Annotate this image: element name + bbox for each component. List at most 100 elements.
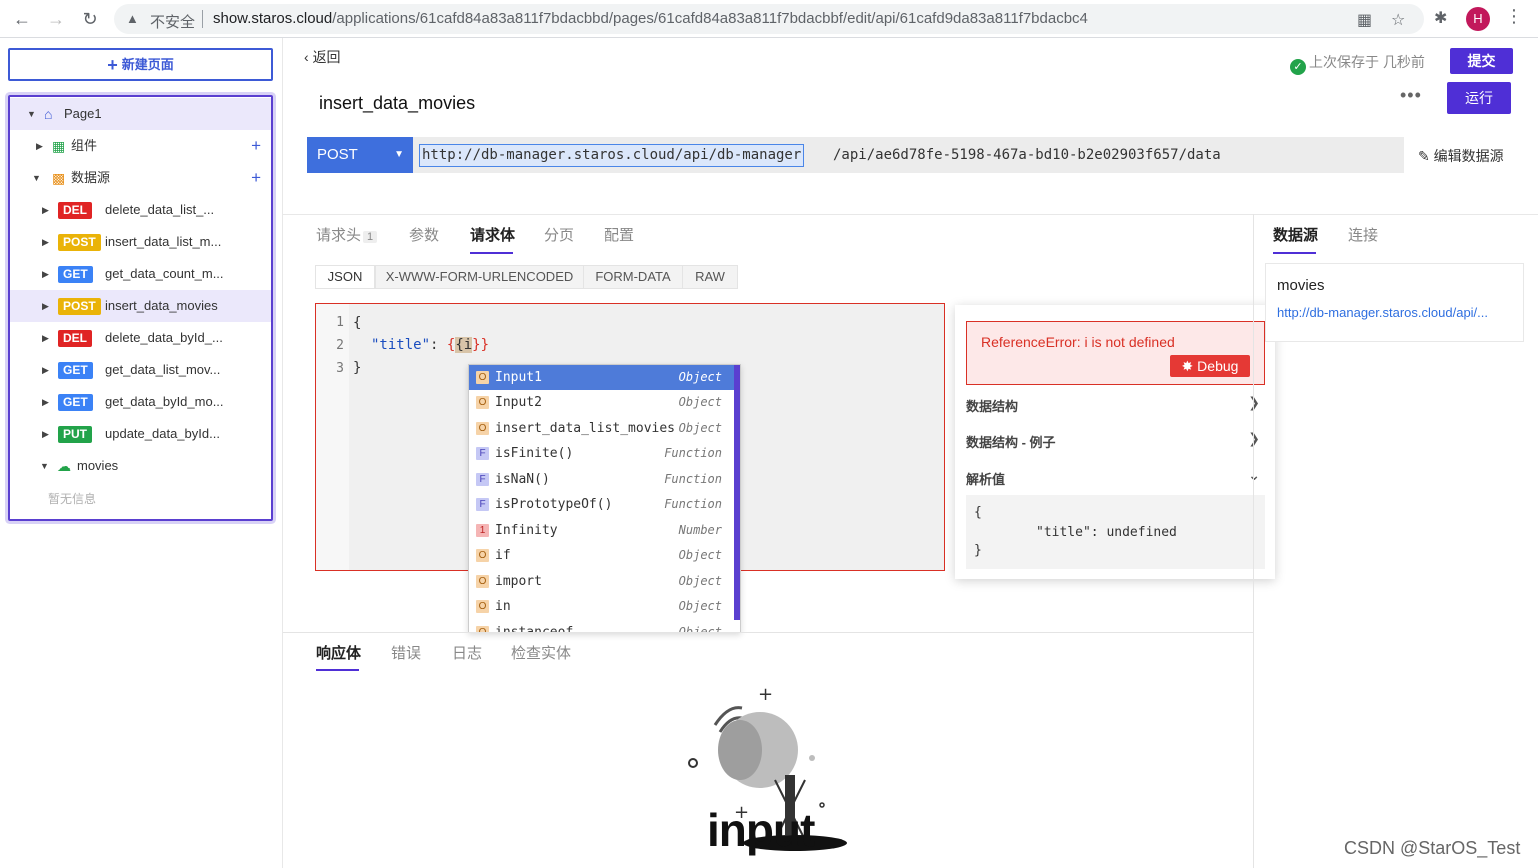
- format-form-data[interactable]: FORM-DATA: [583, 265, 683, 289]
- right-panel-divider: [1253, 214, 1254, 868]
- url-bar: POST ▼ http://db-manager.staros.cloud/api…: [307, 137, 1404, 173]
- method-badge: DEL: [58, 330, 92, 347]
- tab-logs[interactable]: 日志: [452, 642, 482, 663]
- tab-inspect-entity[interactable]: 检查实体: [511, 642, 571, 663]
- back-arrow-icon[interactable]: ←: [11, 8, 33, 30]
- format-json[interactable]: JSON: [315, 265, 375, 289]
- tab-body[interactable]: 请求体: [470, 224, 515, 245]
- tab-errors[interactable]: 错误: [391, 642, 421, 663]
- tab-settings[interactable]: 配置: [604, 224, 634, 245]
- api-item[interactable]: ▶ GET get_data_count_m...: [10, 258, 271, 290]
- cloud-db-icon: ☁: [57, 458, 71, 474]
- caret-right-icon[interactable]: ▶: [42, 290, 49, 322]
- caret-down-icon[interactable]: ▼: [27, 98, 36, 130]
- new-page-button[interactable]: + 新建页面: [8, 48, 273, 81]
- section-data-structure[interactable]: 数据结构 ❯: [966, 394, 1265, 415]
- response-divider: [283, 632, 1253, 633]
- autocomplete-item[interactable]: Oif Object: [469, 543, 736, 568]
- debug-button[interactable]: ✸ Debug: [1170, 355, 1250, 377]
- forward-arrow-icon[interactable]: →: [45, 8, 67, 30]
- json-colon: :: [430, 337, 447, 353]
- autocomplete-item[interactable]: Oin Object: [469, 594, 736, 619]
- api-item[interactable]: ▶ DEL delete_data_byId_...: [10, 322, 271, 354]
- autocomplete-item[interactable]: Oimport Object: [469, 569, 736, 594]
- api-item[interactable]: ▶ GET get_data_byId_mo...: [10, 386, 271, 418]
- url-base[interactable]: http://db-manager.staros.cloud/api/db-ma…: [419, 144, 805, 167]
- caret-right-icon[interactable]: ▶: [42, 354, 49, 386]
- warning-icon: ▲: [126, 11, 139, 26]
- home-icon: ⌂: [44, 106, 53, 122]
- extensions-puzzle-icon[interactable]: ✱: [1434, 8, 1447, 28]
- format-raw[interactable]: RAW: [682, 265, 738, 289]
- active-tab-indicator: [470, 252, 513, 254]
- address-bar[interactable]: ▲ 不安全 show.staros.cloud/applications/61c…: [114, 4, 1424, 34]
- api-item[interactable]: ▶ PUT update_data_byId...: [10, 418, 271, 450]
- method-badge: GET: [58, 266, 93, 283]
- caret-down-icon[interactable]: ▼: [40, 450, 49, 482]
- method-badge: POST: [58, 234, 101, 251]
- api-item[interactable]: ▶ GET get_data_list_mov...: [10, 354, 271, 386]
- tab-connection[interactable]: 连接: [1348, 224, 1378, 245]
- profile-avatar[interactable]: H: [1466, 7, 1490, 31]
- autocomplete-item[interactable]: O Input2 Object: [469, 390, 736, 415]
- method-select[interactable]: POST ▼: [307, 137, 413, 173]
- caret-right-icon[interactable]: ▶: [42, 322, 49, 354]
- more-options-icon[interactable]: •••: [1400, 85, 1422, 106]
- caret-right-icon[interactable]: ▶: [42, 386, 49, 418]
- tab-pagination[interactable]: 分页: [544, 224, 574, 245]
- autocomplete-scrollbar[interactable]: [734, 365, 740, 620]
- edit-datasource-link[interactable]: ✎ 编辑数据源: [1418, 146, 1504, 166]
- tree-item-widgets[interactable]: ▶ ▦ 组件 +: [10, 130, 271, 162]
- caret-right-icon[interactable]: ▶: [36, 130, 43, 162]
- tree-item-movies-db[interactable]: ▼ ☁ movies: [10, 450, 271, 482]
- autocomplete-item[interactable]: O Input1 Object: [469, 365, 736, 390]
- url-path-input[interactable]: /api/ae6d78fe-5198-467a-bd10-b2e02903f65…: [833, 144, 1221, 167]
- add-datasource-button[interactable]: +: [251, 162, 261, 194]
- active-tab-indicator: [316, 669, 359, 671]
- method-badge: POST: [58, 298, 101, 315]
- suggestion-type: Object: [678, 548, 722, 562]
- watermark: CSDN @StarOS_Test: [1344, 838, 1521, 858]
- api-item[interactable]: ▶ POST insert_data_list_m...: [10, 226, 271, 258]
- api-item[interactable]: ▶ DEL delete_data_list_...: [10, 194, 271, 226]
- tab-datasource[interactable]: 数据源: [1273, 224, 1318, 245]
- section-data-example[interactable]: 数据结构 - 例子 ❯: [966, 430, 1265, 451]
- translate-icon[interactable]: ▦: [1357, 10, 1372, 30]
- add-widget-button[interactable]: +: [251, 130, 261, 162]
- object-type-icon: O: [476, 575, 489, 588]
- autocomplete-dropdown[interactable]: O Input1 Object O Input2 Object Oinsert_data…: [468, 364, 741, 633]
- chevron-right-icon: ❯: [1248, 430, 1260, 446]
- section-evaluated-value[interactable]: 解析值 ⌄: [966, 467, 1265, 488]
- caret-down-icon[interactable]: ▼: [32, 162, 41, 194]
- autocomplete-item[interactable]: FisFinite() Function: [469, 441, 736, 466]
- api-item-active[interactable]: ▶ POST insert_data_movies: [10, 290, 271, 322]
- reload-icon[interactable]: ↻: [79, 8, 101, 30]
- autocomplete-item[interactable]: FisPrototypeOf() Function: [469, 492, 736, 517]
- browser-menu-icon[interactable]: ⋮: [1505, 6, 1523, 27]
- caret-right-icon[interactable]: ▶: [42, 194, 49, 226]
- error-message: ReferenceError: i is not defined: [981, 334, 1175, 350]
- autocomplete-item[interactable]: 1 Infinity Number: [469, 518, 736, 543]
- suggestion-name: insert_data_list_movies: [495, 421, 676, 436]
- caret-right-icon[interactable]: ▶: [42, 226, 49, 258]
- api-title[interactable]: insert_data_movies: [319, 93, 475, 114]
- autocomplete-item[interactable]: FisNaN() Function: [469, 467, 736, 492]
- suggestion-name: import: [495, 574, 542, 589]
- run-button[interactable]: 运行: [1447, 82, 1511, 114]
- tab-params[interactable]: 参数: [409, 224, 439, 245]
- submit-button[interactable]: 提交: [1450, 48, 1513, 74]
- datasource-card[interactable]: movies http://db-manager.staros.cloud/ap…: [1265, 263, 1524, 342]
- tab-response-body[interactable]: 响应体: [316, 642, 361, 663]
- format-urlencoded[interactable]: X-WWW-FORM-URLENCODED: [375, 265, 584, 289]
- back-link[interactable]: ‹ 返回: [304, 47, 341, 67]
- datasource-url[interactable]: http://db-manager.staros.cloud/api/...: [1277, 305, 1488, 320]
- autocomplete-item[interactable]: Oinsert_data_list_movies Object: [469, 416, 736, 441]
- tree-item-datasources[interactable]: ▼ ▩ 数据源 +: [10, 162, 271, 194]
- tab-headers[interactable]: 请求头 1: [316, 224, 378, 245]
- function-type-icon: F: [476, 498, 489, 511]
- bookmark-star-icon[interactable]: ☆: [1391, 10, 1405, 30]
- tree-item-page1[interactable]: ▼ ⌂ Page1: [10, 98, 271, 130]
- caret-right-icon[interactable]: ▶: [42, 258, 49, 290]
- binding-expression: {i: [455, 337, 473, 353]
- caret-right-icon[interactable]: ▶: [42, 418, 49, 450]
